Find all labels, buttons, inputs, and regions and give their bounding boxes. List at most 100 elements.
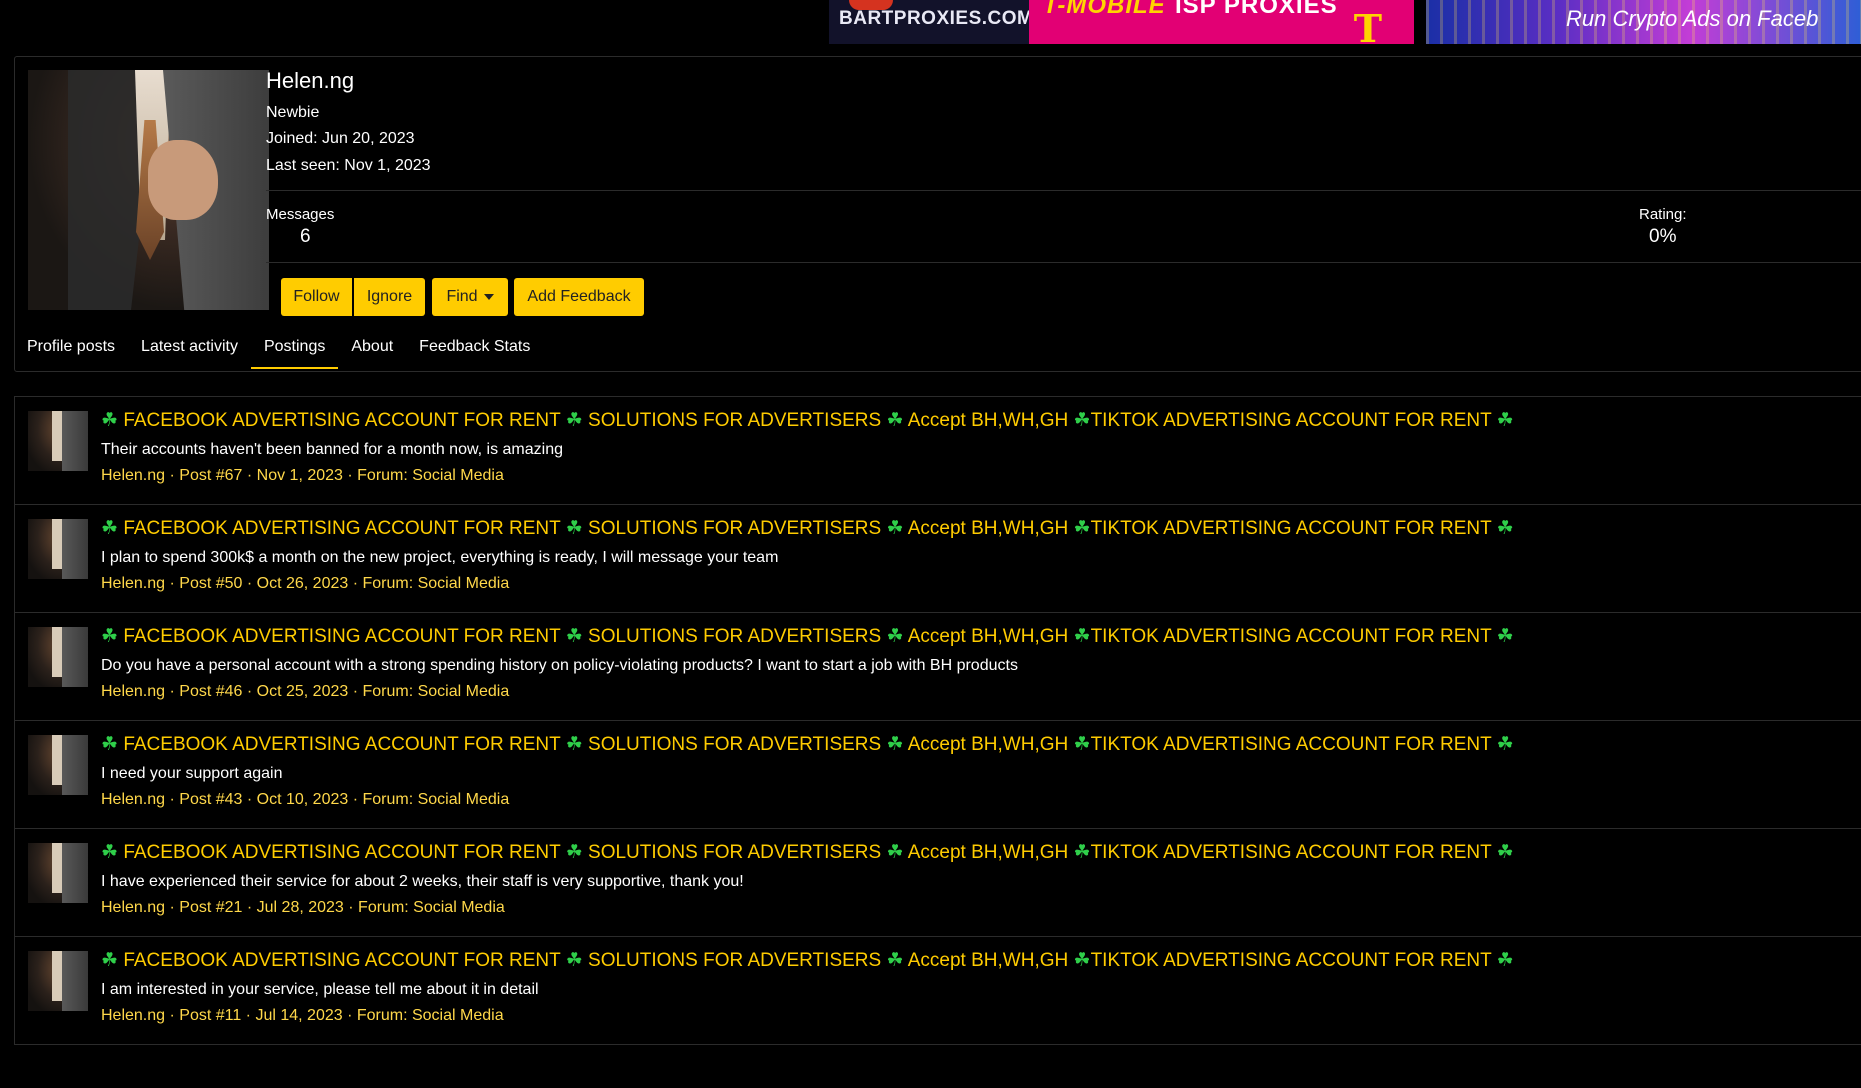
- post-number-link[interactable]: Post #46: [179, 683, 242, 700]
- forum-link[interactable]: Social Media: [412, 1007, 504, 1024]
- thread-title-part: SOLUTIONS FOR ADVERTISERS: [588, 626, 882, 647]
- clover-icon: ☘: [1496, 518, 1514, 539]
- post-date: Oct 25, 2023: [256, 683, 349, 700]
- thread-title-part: SOLUTIONS FOR ADVERTISERS: [588, 734, 882, 755]
- post-author-link[interactable]: Helen.ng: [101, 899, 165, 916]
- thread-title-part: Accept BH,WH,GH: [907, 734, 1069, 755]
- forum-link[interactable]: Social Media: [413, 899, 505, 916]
- post-number-link[interactable]: Post #50: [179, 575, 242, 592]
- post-snippet: I need your support again: [101, 765, 283, 782]
- clover-icon: ☘: [1496, 410, 1514, 431]
- posting-row: ☘ FACEBOOK ADVERTISING ACCOUNT FOR RENT …: [15, 505, 1861, 613]
- post-number-link[interactable]: Post #11: [179, 1007, 241, 1024]
- avatar-jacket: [62, 519, 88, 579]
- clover-icon: ☘: [886, 410, 904, 431]
- find-dropdown-button[interactable]: Find: [432, 278, 508, 316]
- rating-label: Rating:: [1639, 206, 1687, 223]
- post-author-link[interactable]: Helen.ng: [101, 683, 165, 700]
- tab-feedback-stats[interactable]: Feedback Stats: [406, 325, 543, 369]
- messages-count[interactable]: 6: [300, 226, 311, 248]
- posting-row: ☘ FACEBOOK ADVERTISING ACCOUNT FOR RENT …: [15, 829, 1861, 937]
- clover-icon: ☘: [101, 518, 119, 539]
- post-snippet: I plan to spend 300k$ a month on the new…: [101, 549, 779, 566]
- forum-link[interactable]: Social Media: [418, 683, 510, 700]
- clover-icon: ☘: [565, 518, 583, 539]
- avatar-jacket: [62, 951, 88, 1011]
- post-author-avatar[interactable]: [28, 627, 88, 687]
- forum-label: Forum:: [362, 575, 414, 592]
- post-meta: Helen.ng · Post #21 · Jul 28, 2023 · For…: [101, 899, 505, 916]
- crypto-banner-text: Run Crypto Ads on Faceb: [1566, 6, 1819, 31]
- forum-link[interactable]: Social Media: [412, 467, 504, 484]
- post-number-link[interactable]: Post #67: [179, 467, 242, 484]
- clover-icon: ☘: [886, 518, 904, 539]
- forum-label: Forum:: [362, 791, 414, 808]
- bartproxies-banner[interactable]: BARTPROXIES.COM: [829, 0, 1029, 44]
- post-author-avatar[interactable]: [28, 735, 88, 795]
- clover-icon: ☘: [565, 842, 583, 863]
- post-author-link[interactable]: Helen.ng: [101, 791, 165, 808]
- post-author-link[interactable]: Helen.ng: [101, 467, 165, 484]
- ad-banners: BARTPROXIES.COM T-MOBILE ISP PROXIES T R…: [829, 0, 1861, 44]
- thread-title-part: FACEBOOK ADVERTISING ACCOUNT FOR RENT: [123, 410, 561, 431]
- profile-divider-2: [266, 262, 1861, 263]
- post-author-link[interactable]: Helen.ng: [101, 1007, 165, 1024]
- thread-title-link[interactable]: ☘ FACEBOOK ADVERTISING ACCOUNT FOR RENT …: [101, 841, 1514, 864]
- clover-icon: ☘: [101, 734, 119, 755]
- profile-user-title: Newbie: [266, 104, 320, 121]
- post-meta: Helen.ng · Post #46 · Oct 25, 2023 · For…: [101, 683, 510, 700]
- find-button-label: Find: [446, 288, 478, 305]
- messages-label: Messages: [266, 206, 335, 223]
- profile-username[interactable]: Helen.ng: [266, 68, 354, 94]
- profile-last-seen: Last seen: Nov 1, 2023: [266, 157, 431, 174]
- thread-title-part: TIKTOK ADVERTISING ACCOUNT FOR RENT: [1090, 734, 1492, 755]
- post-author-avatar[interactable]: [28, 411, 88, 471]
- clover-icon: ☘: [1073, 950, 1091, 971]
- tab-about[interactable]: About: [338, 325, 406, 369]
- thread-title-part: FACEBOOK ADVERTISING ACCOUNT FOR RENT: [123, 950, 561, 971]
- thread-title-link[interactable]: ☘ FACEBOOK ADVERTISING ACCOUNT FOR RENT …: [101, 949, 1514, 972]
- clover-icon: ☘: [886, 626, 904, 647]
- thread-title-link[interactable]: ☘ FACEBOOK ADVERTISING ACCOUNT FOR RENT …: [101, 517, 1514, 540]
- forum-link[interactable]: Social Media: [418, 575, 510, 592]
- post-number-link[interactable]: Post #21: [179, 899, 242, 916]
- tmobile-proxies-banner[interactable]: T-MOBILE ISP PROXIES T: [1029, 0, 1414, 44]
- clover-icon: ☘: [101, 842, 119, 863]
- add-feedback-button[interactable]: Add Feedback: [514, 278, 644, 316]
- clover-icon: ☘: [565, 626, 583, 647]
- tmobile-banner-text: ISP PROXIES: [1175, 0, 1338, 19]
- post-author-link[interactable]: Helen.ng: [101, 575, 165, 592]
- profile-avatar[interactable]: [28, 70, 269, 310]
- clover-icon: ☘: [1073, 842, 1091, 863]
- postings-list: ☘ FACEBOOK ADVERTISING ACCOUNT FOR RENT …: [14, 396, 1861, 1045]
- clover-icon: ☘: [1496, 734, 1514, 755]
- ignore-button[interactable]: Ignore: [354, 278, 425, 316]
- clover-icon: ☘: [1073, 626, 1091, 647]
- post-meta: Helen.ng · Post #43 · Oct 10, 2023 · For…: [101, 791, 510, 808]
- tab-latest-activity[interactable]: Latest activity: [128, 325, 251, 369]
- forum-link[interactable]: Social Media: [418, 791, 510, 808]
- thread-title-link[interactable]: ☘ FACEBOOK ADVERTISING ACCOUNT FOR RENT …: [101, 625, 1514, 648]
- post-date: Oct 26, 2023: [256, 575, 349, 592]
- clover-icon: ☘: [101, 626, 119, 647]
- tab-postings[interactable]: Postings: [250, 325, 339, 369]
- banner-gap: [1414, 0, 1426, 44]
- tab-profile-posts[interactable]: Profile posts: [14, 325, 128, 369]
- thread-title-link[interactable]: ☘ FACEBOOK ADVERTISING ACCOUNT FOR RENT …: [101, 409, 1514, 432]
- post-author-avatar[interactable]: [28, 951, 88, 1011]
- forum-label: Forum:: [362, 683, 414, 700]
- post-snippet: I am interested in your service, please …: [101, 981, 539, 998]
- posting-row: ☘ FACEBOOK ADVERTISING ACCOUNT FOR RENT …: [15, 613, 1861, 721]
- thread-title-link[interactable]: ☘ FACEBOOK ADVERTISING ACCOUNT FOR RENT …: [101, 733, 1514, 756]
- post-date: Oct 10, 2023: [256, 791, 349, 808]
- avatar-jacket: [62, 843, 88, 903]
- thread-title-part: SOLUTIONS FOR ADVERTISERS: [588, 518, 882, 539]
- post-author-avatar[interactable]: [28, 843, 88, 903]
- post-date: Nov 1, 2023: [256, 467, 343, 484]
- crypto-ads-banner[interactable]: Run Crypto Ads on Faceb: [1426, 0, 1861, 44]
- thread-title-part: Accept BH,WH,GH: [907, 950, 1069, 971]
- post-author-avatar[interactable]: [28, 519, 88, 579]
- post-number-link[interactable]: Post #43: [179, 791, 242, 808]
- follow-button[interactable]: Follow: [281, 278, 352, 316]
- post-meta: Helen.ng · Post #67 · Nov 1, 2023 · Foru…: [101, 467, 504, 484]
